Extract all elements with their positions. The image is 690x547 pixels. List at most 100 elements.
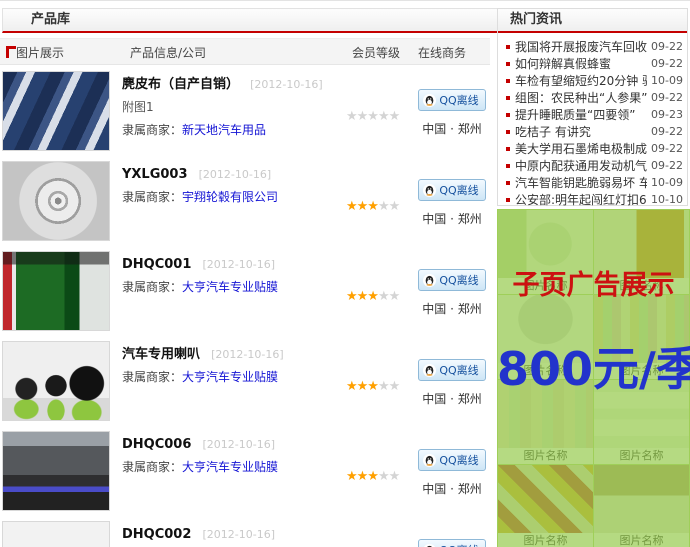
online-business-cell: QQ离线 中国 · 郑州 xyxy=(414,269,490,317)
qq-button-label: QQ离线 xyxy=(439,92,478,108)
news-item-date: 09-22 xyxy=(651,159,683,172)
product-note: 附图1 xyxy=(122,98,352,115)
product-title[interactable]: YXLG003 xyxy=(122,167,188,182)
news-item-text: 我国将开展报废汽车回收拆解 xyxy=(515,38,647,55)
stars-empty: ★★ xyxy=(378,379,399,394)
news-item[interactable]: 如何辩解真假蜂蜜 09-22 xyxy=(504,55,683,72)
product-info: DHQC006 [2012-10-16] 隶属商家：大亨汽车专业贴膜 xyxy=(122,433,352,475)
member-level-stars: ★★★★★ xyxy=(346,109,424,124)
product-title[interactable]: DHQC002 xyxy=(122,527,191,542)
online-business-cell: QQ离线 中国 · 郑州 xyxy=(414,359,490,407)
merchant-link[interactable]: 大亨汽车专业贴膜 xyxy=(182,280,278,294)
member-level-stars: ★★★★★ xyxy=(346,199,424,214)
merchant-link[interactable]: 大亨汽车专业贴膜 xyxy=(182,460,278,474)
qq-penguin-icon xyxy=(423,544,436,547)
product-row: 麂皮布（自产自销） [2012-10-16] 附图1 隶属商家：新天地汽车用品 … xyxy=(0,67,490,157)
merchant-line: 隶属商家：宇翔轮毂有限公司 xyxy=(122,188,352,205)
news-item[interactable]: 美大学用石墨烯电极制成锂电 09-22 xyxy=(504,140,683,157)
news-item-date: 09-22 xyxy=(651,125,683,138)
product-row: DHQC001 [2012-10-16] 隶属商家：大亨汽车专业贴膜 ★★★★★… xyxy=(0,247,490,337)
online-business-cell: QQ离线 中国 · 郑州 xyxy=(414,449,490,497)
news-item[interactable]: 汽车智能钥匙脆弱易坏 车主需 10-09 xyxy=(504,174,683,191)
news-item-date: 10-10 xyxy=(651,193,683,206)
product-row: DHQC006 [2012-10-16] 隶属商家：大亨汽车专业贴膜 ★★★★★… xyxy=(0,427,490,517)
product-library-title: 产品库 xyxy=(2,8,514,33)
merchant-label: 隶属商家： xyxy=(122,280,182,294)
product-image[interactable] xyxy=(2,161,110,241)
news-item[interactable]: 中原内配获通用发动机气缸套 09-22 xyxy=(504,157,683,174)
product-image[interactable] xyxy=(2,71,110,151)
qq-offline-button[interactable]: QQ离线 xyxy=(418,179,485,201)
merchant-link[interactable]: 新天地汽车用品 xyxy=(182,123,266,137)
merchant-link[interactable]: 宇翔轮毂有限公司 xyxy=(182,190,278,204)
online-business-cell: QQ离线 中国 · 郑州 xyxy=(414,89,490,137)
news-item-text: 组图：农民种出“人参果”！ xyxy=(515,89,647,106)
product-title[interactable]: 汽车专用喇叭 xyxy=(122,347,200,362)
product-title[interactable]: DHQC006 xyxy=(122,437,191,452)
product-image[interactable] xyxy=(2,341,110,421)
news-item-date: 09-23 xyxy=(651,108,683,121)
bullet-icon xyxy=(506,113,510,117)
news-list: 我国将开展报废汽车回收拆解 09-22 如何辩解真假蜂蜜 09-22 车检有望缩… xyxy=(498,33,687,208)
product-date: [2012-10-16] xyxy=(250,78,323,91)
online-business-cell: QQ离线 中国 · 郑州 xyxy=(414,179,490,227)
bullet-icon xyxy=(506,130,510,134)
qq-button-label: QQ离线 xyxy=(439,362,478,378)
product-date: [2012-10-16] xyxy=(199,168,272,181)
ad-banner-area: 图片名称 图片名称 图片名称 图片名称 图片名称 图片名称 图片名称 图片名称 … xyxy=(497,209,690,547)
merchant-link[interactable]: 大亨汽车专业贴膜 xyxy=(182,370,278,384)
product-title[interactable]: DHQC001 xyxy=(122,257,191,272)
news-item-date: 09-22 xyxy=(651,142,683,155)
merchant-line: 隶属商家：大亨汽车专业贴膜 xyxy=(122,278,352,295)
news-item[interactable]: 吃桔子 有讲究 09-22 xyxy=(504,123,683,140)
product-image[interactable] xyxy=(2,251,110,331)
ad-price-text: 800元/季 xyxy=(497,333,690,399)
product-image[interactable] xyxy=(2,431,110,511)
product-info: YXLG003 [2012-10-16] 隶属商家：宇翔轮毂有限公司 xyxy=(122,163,352,205)
news-item[interactable]: 组图：农民种出“人参果”！ 09-22 xyxy=(504,89,683,106)
merchant-line: 隶属商家：大亨汽车专业贴膜 xyxy=(122,368,352,385)
qq-penguin-icon xyxy=(423,184,436,197)
merchant-label: 隶属商家： xyxy=(122,460,182,474)
product-library-section: 产品库 图片展示 产品信息/公司 会员等级 在线商务 麂皮布（自产自销） [20… xyxy=(0,1,490,547)
column-business-label: 在线商务 xyxy=(418,44,466,61)
product-image[interactable] xyxy=(2,521,110,547)
news-item[interactable]: 公安部:明年起闯红灯扣6分 挡 10-10 xyxy=(504,191,683,208)
member-level-stars: ★★★★★ xyxy=(346,379,424,394)
bullet-icon xyxy=(506,45,510,49)
merchant-label: 隶属商家： xyxy=(122,370,182,384)
qq-offline-button[interactable]: QQ离线 xyxy=(418,269,485,291)
product-info: DHQC002 [2012-10-16] 隶属商家：大亨汽车专业贴膜 xyxy=(122,523,352,547)
product-location: 中国 · 郑州 xyxy=(414,300,490,317)
ad-overlay-text: 子页广告展示 xyxy=(497,263,690,302)
product-info: 麂皮布（自产自销） [2012-10-16] 附图1 隶属商家：新天地汽车用品 xyxy=(122,73,352,138)
news-item[interactable]: 我国将开展报废汽车回收拆解 09-22 xyxy=(504,38,683,55)
hot-news-panel: 热门资讯 我国将开展报废汽车回收拆解 09-22 如何辩解真假蜂蜜 09-22 … xyxy=(497,8,688,206)
stars-empty: ★★ xyxy=(378,199,399,214)
qq-offline-button[interactable]: QQ离线 xyxy=(418,89,485,111)
news-item[interactable]: 提升睡眠质量“四要领” 09-23 xyxy=(504,106,683,123)
bullet-icon xyxy=(506,147,510,151)
table-header: 图片展示 产品信息/公司 会员等级 在线商务 xyxy=(0,38,490,65)
bullet-icon xyxy=(506,62,510,66)
product-title[interactable]: 麂皮布（自产自销） xyxy=(122,77,239,92)
news-item-text: 提升睡眠质量“四要领” xyxy=(515,106,647,123)
qq-button-label: QQ离线 xyxy=(439,182,478,198)
product-location: 中国 · 郑州 xyxy=(414,480,490,497)
product-date: [2012-10-16] xyxy=(203,258,276,271)
column-marker-icon xyxy=(6,46,16,58)
news-item[interactable]: 车检有望缩短约20分钟 验车将 10-09 xyxy=(504,72,683,89)
product-location: 中国 · 郑州 xyxy=(414,390,490,407)
product-date: [2012-10-16] xyxy=(203,438,276,451)
news-item-date: 09-22 xyxy=(651,40,683,53)
qq-button-label: QQ离线 xyxy=(439,542,478,547)
member-level-stars: ★★★★★ xyxy=(346,289,424,304)
qq-offline-button[interactable]: QQ离线 xyxy=(418,449,485,471)
product-info: DHQC001 [2012-10-16] 隶属商家：大亨汽车专业贴膜 xyxy=(122,253,352,295)
stars-empty: ★★★★★ xyxy=(346,109,399,124)
qq-offline-button[interactable]: QQ离线 xyxy=(418,359,485,381)
qq-penguin-icon xyxy=(423,364,436,377)
news-item-date: 10-09 xyxy=(651,176,683,189)
merchant-label: 隶属商家： xyxy=(122,123,182,137)
bullet-icon xyxy=(506,198,510,202)
